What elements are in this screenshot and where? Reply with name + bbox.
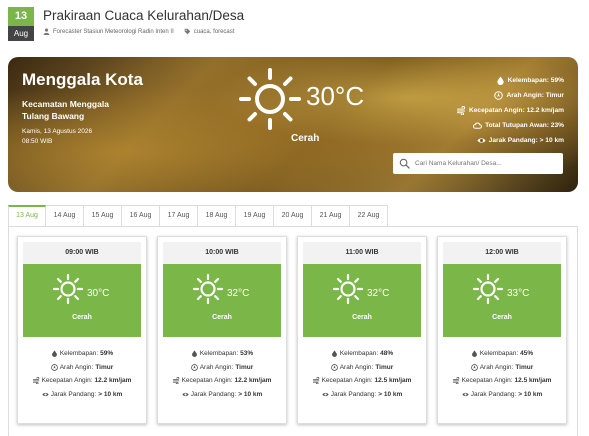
- sun-icon: [332, 273, 364, 305]
- humidity-drop-icon: [471, 350, 477, 358]
- sun-icon: [239, 68, 301, 130]
- current-date: Kamis, 13 Agustus 2026: [22, 128, 93, 135]
- village-search-input[interactable]: [415, 160, 555, 167]
- search-icon: [399, 158, 410, 169]
- post-date-day: 13: [8, 7, 34, 26]
- cloud-icon: [473, 122, 482, 129]
- sun-icon: [192, 273, 224, 305]
- tab-18-aug[interactable]: 18 Aug: [198, 205, 236, 227]
- stat-wind-speed: Kecepatan Angin: 12.2 km/jam: [456, 103, 564, 118]
- forecast-condition: Cerah: [212, 314, 232, 321]
- current-time: 08:50 WIB: [22, 138, 53, 145]
- forecast-condition: Cerah: [492, 314, 512, 321]
- forecast-card: 12:00 WIB 33°C Cerah Kelembapan: 45% Arah…: [437, 236, 567, 424]
- hourly-forecast-panel: 09:00 WIB 30°C Cerah Kelembapan: 59% Arah…: [8, 227, 578, 436]
- forecast-hour: 10:00 WIB: [163, 242, 281, 264]
- page-title: Prakiraan Cuaca Kelurahan/Desa: [43, 8, 245, 23]
- district-name: Kecamatan Menggala Tulang Bawang: [22, 98, 152, 122]
- tab-15-aug[interactable]: 15 Aug: [84, 205, 122, 227]
- forecast-hour: 09:00 WIB: [23, 242, 141, 264]
- forecast-hour: 12:00 WIB: [443, 242, 561, 264]
- forecast-card: 10:00 WIB 32°C Cerah Kelembapan: 53% Arah…: [157, 236, 287, 424]
- eye-icon: [462, 392, 469, 396]
- tab-13-aug[interactable]: 13 Aug: [8, 205, 46, 227]
- stat-wind-direction: Arah Angin: Timur: [457, 88, 564, 103]
- eye-icon: [42, 392, 49, 396]
- forecast-temp: 32°C: [227, 288, 250, 299]
- sun-icon: [472, 273, 504, 305]
- forecast-summary: 32°C Cerah: [303, 264, 421, 337]
- tab-20-aug[interactable]: 20 Aug: [274, 205, 312, 227]
- eye-icon: [322, 392, 329, 396]
- wind-icon: [312, 377, 319, 385]
- current-temperature: 30°C: [306, 81, 365, 111]
- tab-19-aug[interactable]: 19 Aug: [236, 205, 274, 227]
- forecast-condition: Cerah: [352, 314, 372, 321]
- sun-icon: [52, 273, 84, 305]
- post-date-month: Aug: [8, 26, 34, 41]
- post-author[interactable]: Forecaster Stasiun Meteorologi Radin Int…: [53, 29, 174, 35]
- tab-17-aug[interactable]: 17 Aug: [160, 205, 198, 227]
- forecast-summary: 30°C Cerah: [23, 264, 141, 337]
- eye-icon: [477, 138, 486, 143]
- district-line1: Kecamatan Menggala: [22, 99, 109, 109]
- compass-icon: [494, 91, 504, 100]
- forecast-condition: Cerah: [72, 314, 92, 321]
- forecast-details: Kelembapan: 48% Arah Angin: Timur Kecepata…: [303, 337, 421, 401]
- forecast-details: Kelembapan: 59% Arah Angin: Timur Kecepata…: [23, 337, 141, 401]
- forecast-summary: 32°C Cerah: [163, 264, 281, 337]
- forecast-summary: 33°C Cerah: [443, 264, 561, 337]
- tag-icon: [184, 28, 191, 35]
- wind-icon: [456, 106, 466, 115]
- tab-22-aug[interactable]: 22 Aug: [350, 205, 388, 227]
- tab-14-aug[interactable]: 14 Aug: [46, 205, 84, 227]
- district-line2: Tulang Bawang: [22, 111, 85, 121]
- date-tabs: 13 Aug 14 Aug 15 Aug 16 Aug 17 Aug 18 Au…: [8, 205, 388, 227]
- stat-cloud-cover: Total Tutupan Awan: 23%: [457, 118, 564, 133]
- post-date-badge: 13 Aug: [8, 7, 34, 41]
- humidity-drop-icon: [331, 350, 337, 358]
- current-condition: Cerah: [291, 133, 320, 144]
- wind-icon: [172, 377, 179, 385]
- post-tags[interactable]: cuaca, forecast: [194, 29, 235, 35]
- humidity-drop-icon: [496, 76, 504, 85]
- city-name: Menggala Kota: [22, 70, 143, 89]
- forecast-hour: 11:00 WIB: [303, 242, 421, 264]
- forecast-details: Kelembapan: 53% Arah Angin: Timur Kecepata…: [163, 337, 281, 401]
- wind-icon: [452, 377, 459, 385]
- compass-icon: [470, 363, 478, 371]
- forecast-temp: 32°C: [367, 288, 390, 299]
- forecast-details: Kelembapan: 45% Arah Angin: Timur Kecepata…: [443, 337, 561, 401]
- current-datetime: Kamis, 13 Agustus 2026 08:50 WIB: [22, 127, 152, 147]
- forecast-temp: 30°C: [87, 288, 110, 299]
- forecast-temp: 33°C: [507, 288, 530, 299]
- compass-icon: [190, 363, 198, 371]
- wind-icon: [32, 377, 39, 385]
- humidity-drop-icon: [51, 350, 57, 358]
- compass-icon: [330, 363, 338, 371]
- eye-icon: [182, 392, 189, 396]
- compass-icon: [50, 363, 58, 371]
- forecast-card: 09:00 WIB 30°C Cerah Kelembapan: 59% Arah…: [17, 236, 147, 424]
- tab-16-aug[interactable]: 16 Aug: [122, 205, 160, 227]
- stat-visibility: Jarak Pandang: > 10 km: [457, 133, 564, 148]
- humidity-drop-icon: [191, 350, 197, 358]
- stat-humidity: Kelembapan: 59%: [457, 73, 564, 88]
- user-icon: [43, 28, 50, 35]
- forecast-card: 11:00 WIB 32°C Cerah Kelembapan: 48% Arah…: [297, 236, 427, 424]
- current-stats: Kelembapan: 59% Arah Angin: Timur Kecepa…: [456, 73, 564, 148]
- current-weather-hero: Menggala Kota Kecamatan Menggala Tulang …: [8, 57, 578, 192]
- village-search-box[interactable]: [393, 153, 563, 174]
- tab-21-aug[interactable]: 21 Aug: [312, 205, 350, 227]
- post-meta: Forecaster Stasiun Meteorologi Radin Int…: [43, 28, 234, 35]
